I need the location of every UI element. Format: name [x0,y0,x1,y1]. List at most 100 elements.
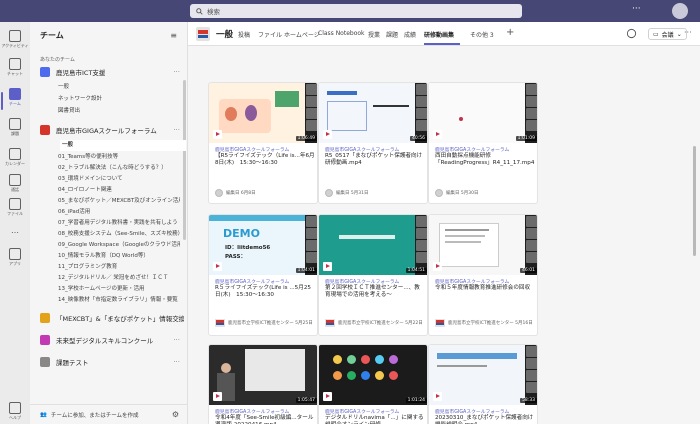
channel-item[interactable]: 10_情報モラル教育（DQ World等） [58,251,180,262]
video-thumbnail: 1:06:49 [209,83,317,143]
rail-label: チャット [7,71,23,76]
channel-item[interactable]: ネットワーク設計 [58,94,180,105]
rail-teams[interactable]: チーム [0,88,30,107]
channel-item[interactable]: 03_環境ドメインについて [58,174,180,185]
team-more-icon[interactable]: ··· [173,314,180,322]
team-name: 未来型デジタルスキルコンクール [56,337,154,345]
rail-label: ファイル [7,211,23,216]
rail-chat[interactable]: チャット [0,58,30,77]
play-icon [433,130,442,139]
tab-class-notebook[interactable]: Class Notebook [318,30,365,37]
channel-item[interactable]: 04_ロイロノート関連 [58,185,180,196]
teams-panel: チーム ≡ あなたのチーム 鹿児島市ICT支援 ··· 一般 ネットワーク設計 … [30,22,188,424]
channel-item[interactable]: 06_iPad活用 [58,207,180,218]
search-placeholder: 検索 [207,8,220,16]
filter-icon[interactable]: ≡ [170,31,177,40]
video-card[interactable]: 46:01 鹿児島市GIGAスクールフォーラム 令和５年度情報教育推進研修会の回… [428,214,538,336]
rail-label: チーム [9,101,21,106]
channel-item[interactable]: 07_学習者用デジタル教科書・実践を共有しよう [58,218,180,229]
channel-item[interactable]: 08_校務支援システム（See-Smile、スズキ校務） [58,229,180,240]
tab-grades[interactable]: 成績 [404,30,416,39]
channel-item[interactable]: 13_学校ホームページの更新・活用 [58,284,180,295]
duration: 1:04:51 [405,268,427,273]
team-name: 課題テスト [56,359,89,367]
channel-item[interactable]: 01_Teams等の便利技等 [58,152,180,163]
video-card[interactable]: 1:01:09 鹿児島市GIGAスクールフォーラム 西田自動採点機能研修「Rea… [428,82,538,204]
duration: 1:01:24 [405,398,427,403]
rail-apps[interactable]: アプリ [0,248,30,267]
join-create-team[interactable]: 👥 チームに参加、またはチームを作成 ⚙ [30,404,187,424]
channel-item[interactable]: 12_デジタルドリル／ 栄冠をめざせ！ＩＣＴ [58,273,180,284]
rail-activity[interactable]: アクティビティ [0,30,30,49]
tab-files[interactable]: ファイル [258,30,282,39]
card-author: 鹿児島市GIGAスクールフォーラム [435,280,510,285]
video-card[interactable]: 40:56 鹿児島市GIGAスクールフォーラム R5_0517「まなびポケット保… [318,82,428,204]
tab-more[interactable]: その他 3 [470,30,494,39]
rail-help[interactable]: ヘルプ [0,402,30,421]
tab-training-videos[interactable]: 研修動画集 [424,30,454,39]
rail-calls[interactable]: 通話 [0,174,30,193]
team-more-icon[interactable]: ··· [173,126,180,134]
team-avatar [40,125,50,135]
video-card[interactable]: 58:33 鹿児島市GIGAスクールフォーラム 20230310_まなびポケット… [428,344,538,424]
gear-icon[interactable]: ⚙ [172,410,179,419]
video-card[interactable]: 1:04:51 鹿児島市GIGAスクールフォーラム 第２回学校ＩＣＴ推進センター… [318,214,428,336]
tab-posts[interactable]: 投稿 [238,30,250,39]
expand-icon[interactable] [626,28,637,39]
rail-assignments[interactable]: 課題 [0,118,30,137]
team-more-icon[interactable]: ··· [173,68,180,76]
channel-item[interactable]: 図書貸出 [58,106,180,117]
channel-item[interactable]: 02_トラブル解決法（こんな時どうする？） [58,163,180,174]
video-card[interactable]: 1:05:47 鹿児島市GIGAスクールフォーラム 令和4年度「See-Smil… [208,344,318,424]
card-author: 鹿児島市GIGAスクールフォーラム [435,410,510,415]
card-meta: 鹿児島市立学校ICT推進センター 5月25日 [215,319,313,327]
channel-item-selected[interactable]: 一般 [60,140,186,151]
tab-homepage[interactable]: ホームページ [284,30,320,39]
channel-item[interactable]: 05_まなびポケット／MEXCBT及びオンライン活用 [58,196,180,207]
card-title: 20230310_まなびポケット保護者向け機能説明会.mp4 [435,415,534,424]
meta-text: 編集日 5月30日 [446,191,479,196]
channel-item[interactable]: 11_プログラミング教育 [58,262,180,273]
grid-scrollbar[interactable] [693,146,696,256]
channel-item[interactable]: 09_Google Workspace（Googleのクラウド活用） [58,240,180,251]
calendar-icon [9,148,21,160]
team-digital-skill[interactable]: 未来型デジタルスキルコンクール ··· [40,332,184,348]
meet-button[interactable]: ▭ 会議 ⌄ [648,28,687,40]
channel-item[interactable]: 一般 [58,82,180,93]
assignments-icon [9,118,21,130]
team-giga-forum[interactable]: 鹿児島市GIGAスクールフォーラム ··· [40,122,184,138]
video-card[interactable]: 1:06:49 鹿児島市GIGAスクールフォーラム 【R5ライフイズテック（Li… [208,82,318,204]
tab-assignments[interactable]: 課題 [386,30,398,39]
team-more-icon[interactable]: ··· [173,336,180,344]
tab-lessons[interactable]: 授業 [368,30,380,39]
participant-strip [305,215,317,275]
add-tab-icon[interactable]: + [506,27,514,38]
card-author: 鹿児島市GIGAスクールフォーラム [325,280,400,285]
team-test[interactable]: 課題テスト ··· [40,354,184,370]
participant-strip [415,215,427,275]
more-options-icon[interactable]: ··· [632,4,641,14]
more-icon[interactable]: ··· [684,28,692,37]
team-more-icon[interactable]: ··· [173,358,180,366]
video-card[interactable]: 1:01:24 鹿児島市GIGAスクールフォーラム デジタルドリルnavima「… [318,344,428,424]
search-box[interactable]: 検索 [190,4,522,18]
card-meta: 編集日 5月31日 [325,189,369,197]
rail-calendar[interactable]: カレンダー [0,148,30,167]
team-mexcbt[interactable]: 「MEXCBT」&「まなびポケット」情報交換 ··· [40,310,184,326]
user-avatar[interactable] [672,3,688,19]
rail-more[interactable]: … [0,226,30,235]
video-card[interactable]: DEMO ID：liitdemo56 PASS： 1:04:01 鹿児島市GIG… [208,214,318,336]
card-author: 鹿児島市GIGAスクールフォーラム [215,410,290,415]
channel-item[interactable]: 14_映像教材「市指定数ライブラリ」情報・要覧 [58,295,180,306]
card-author: 鹿児島市GIGAスクールフォーラム [325,148,400,153]
meta-text: 鹿児島市立学校ICT推進センター 5月22日 [338,321,423,326]
teams-icon [9,88,21,100]
card-meta: 編集日 5月30日 [435,189,479,197]
team-ict-support[interactable]: 鹿児島市ICT支援 ··· [40,64,184,80]
rail-files[interactable]: ファイル [0,198,30,217]
card-meta: 鹿児島市立学校ICT推進センター 5月16日 [435,319,533,327]
team-avatar [40,313,50,323]
teams-scrollbar[interactable] [183,80,186,240]
demo-pass: PASS： [225,254,246,260]
duration: 1:06:49 [295,136,317,141]
